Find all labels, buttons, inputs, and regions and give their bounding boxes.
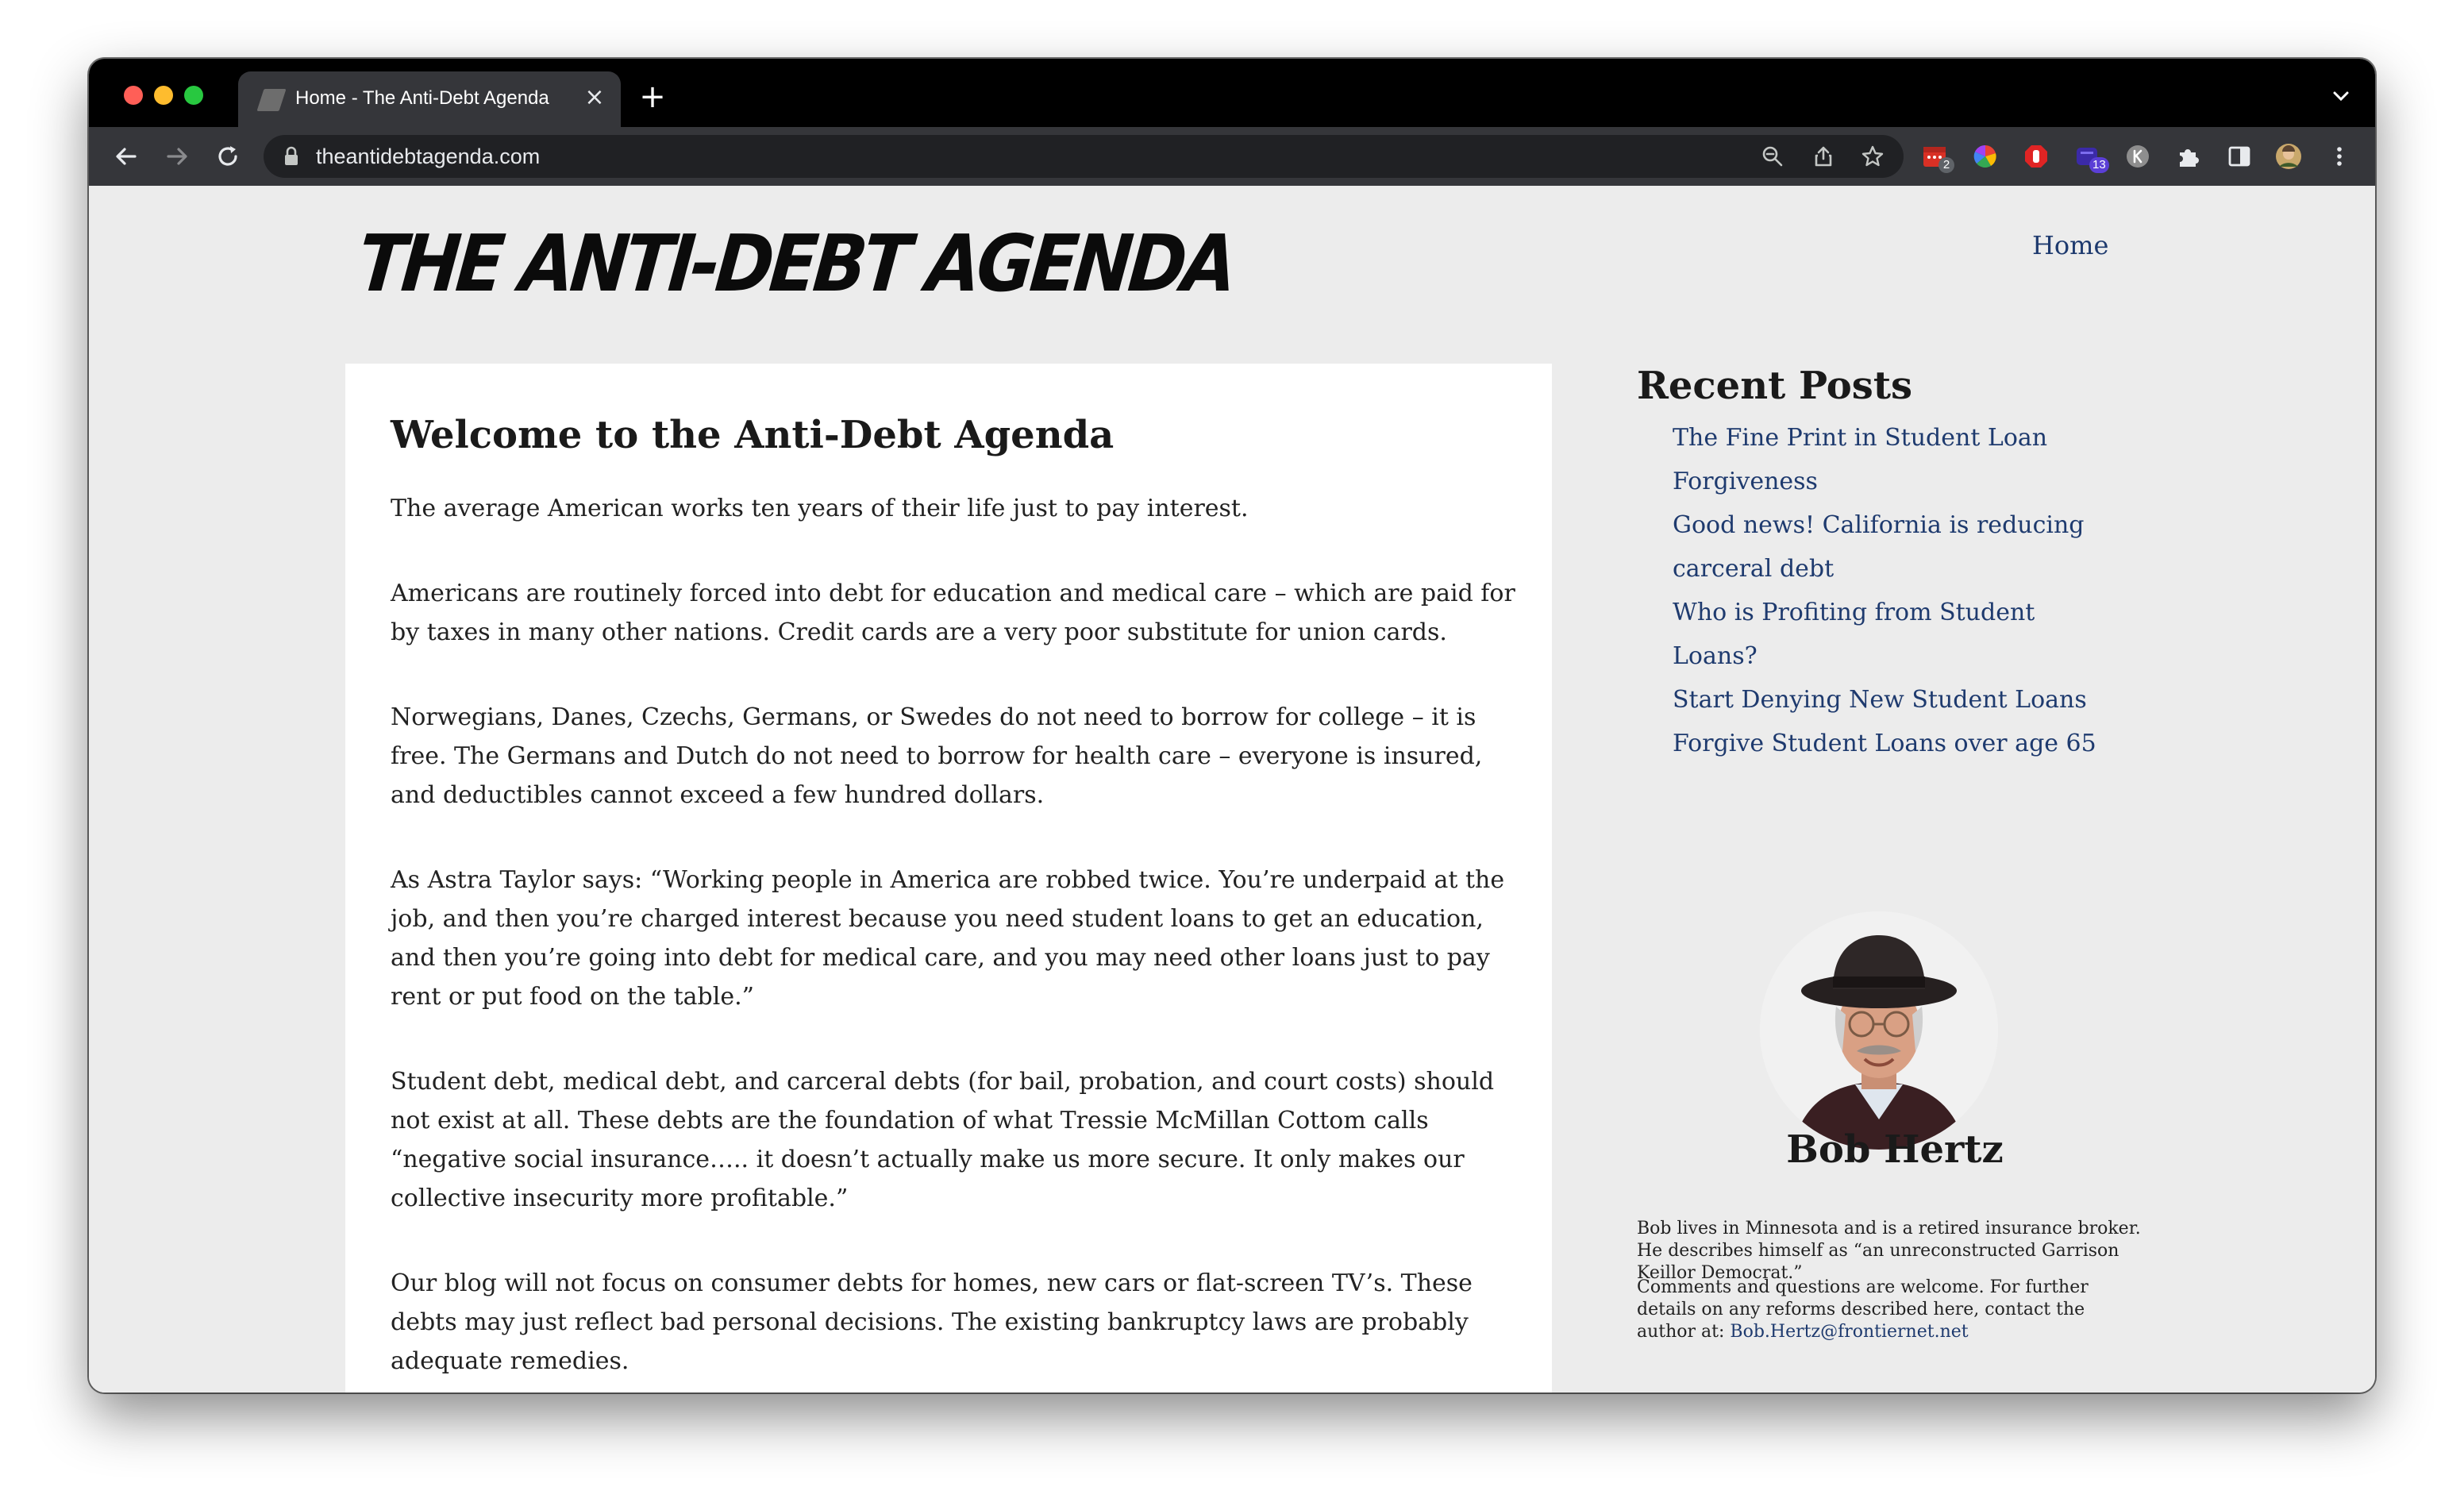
post-paragraph: Student debt, medical debt, and carceral… — [391, 1068, 1495, 1212]
browser-window: Home - The Anti-Debt Agenda × + theantid… — [89, 59, 2375, 1393]
author-email-link[interactable]: Bob.Hertz@frontiernet.net — [1730, 1322, 1968, 1342]
nav-home-link[interactable]: Home — [2032, 230, 2108, 260]
post-title: Welcome to the Anti-Debt Agenda — [391, 413, 1115, 457]
tab-search-chevron-icon[interactable] — [2327, 83, 2354, 110]
post-paragraph: As Astra Taylor says: “Working people in… — [391, 866, 1505, 1011]
back-arrow-icon[interactable] — [111, 141, 141, 171]
site-favicon-icon — [256, 89, 287, 111]
recent-post-link[interactable]: Who is Profiting from Student Loans? — [1673, 591, 2117, 678]
tab-close-icon[interactable]: × — [581, 84, 608, 111]
tab-title: Home - The Anti-Debt Agenda — [295, 87, 549, 109]
recent-post-link[interactable]: Start Denying New Student Loans — [1673, 678, 2117, 722]
url-text[interactable]: theantidebtagenda.com — [316, 144, 540, 169]
browser-toolbar: theantidebtagenda.com 2 13 — [89, 127, 2375, 186]
bookmark-star-icon[interactable] — [1861, 144, 1885, 168]
maximize-window-button[interactable] — [184, 86, 203, 105]
post-paragraph: The average American works ten years of … — [391, 495, 1249, 522]
main-post-card: Welcome to the Anti-Debt Agenda The aver… — [345, 364, 1552, 1393]
lock-icon[interactable] — [283, 146, 300, 167]
site-title-logo[interactable]: THE ANTI-DEBT AGENDA — [354, 218, 1237, 309]
browser-menu-icon[interactable] — [2326, 143, 2353, 170]
profile-avatar-icon[interactable] — [2275, 143, 2302, 170]
post-paragraph: Our blog will not focus on consumer debt… — [391, 1269, 1473, 1375]
recent-post-link[interactable]: Forgive Student Loans over age 65 — [1673, 722, 2117, 765]
forward-arrow-icon[interactable] — [162, 141, 192, 171]
author-photo — [1760, 911, 1998, 1150]
share-icon[interactable] — [1811, 144, 1835, 168]
post-paragraph: Americans are routinely forced into debt… — [391, 580, 1515, 646]
extensions-puzzle-icon[interactable] — [2175, 143, 2202, 170]
address-bar[interactable]: theantidebtagenda.com — [264, 135, 1904, 178]
recent-posts-heading: Recent Posts — [1637, 364, 1913, 408]
color-picker-extension-icon[interactable] — [1972, 143, 1999, 170]
author-contact: Comments and questions are welcome. For … — [1637, 1277, 2145, 1343]
calendar-extension-badge: 2 — [1938, 157, 1954, 173]
web-page: THE ANTI-DEBT AGENDA Home Welcome to the… — [89, 186, 2375, 1393]
zoom-icon[interactable] — [1761, 144, 1784, 168]
close-window-button[interactable] — [124, 86, 143, 105]
post-body: The average American works ten years of … — [391, 489, 1518, 1393]
new-tab-button[interactable]: + — [637, 81, 668, 113]
adblock-extension-icon[interactable] — [2023, 143, 2050, 170]
active-tab[interactable]: Home - The Anti-Debt Agenda × — [238, 71, 621, 127]
post-paragraph: Norwegians, Danes, Czechs, Germans, or S… — [391, 703, 1483, 809]
profile-k-extension-icon[interactable] — [2124, 143, 2151, 170]
author-name: Bob Hertz — [1786, 1127, 2004, 1172]
author-bio: Bob lives in Minnesota and is a retired … — [1637, 1219, 2141, 1283]
side-panel-icon[interactable] — [2226, 143, 2253, 170]
recent-post-link[interactable]: The Fine Print in Student Loan Forgivene… — [1673, 416, 2117, 503]
reload-icon[interactable] — [213, 141, 243, 171]
tab-strip: Home - The Anti-Debt Agenda × + — [89, 59, 2375, 127]
recent-post-link[interactable]: Good news! California is reducing carcer… — [1673, 503, 2117, 591]
purple-extension-badge: 13 — [2089, 157, 2109, 173]
recent-posts-list: The Fine Print in Student Loan Forgivene… — [1673, 416, 2117, 765]
minimize-window-button[interactable] — [154, 86, 173, 105]
